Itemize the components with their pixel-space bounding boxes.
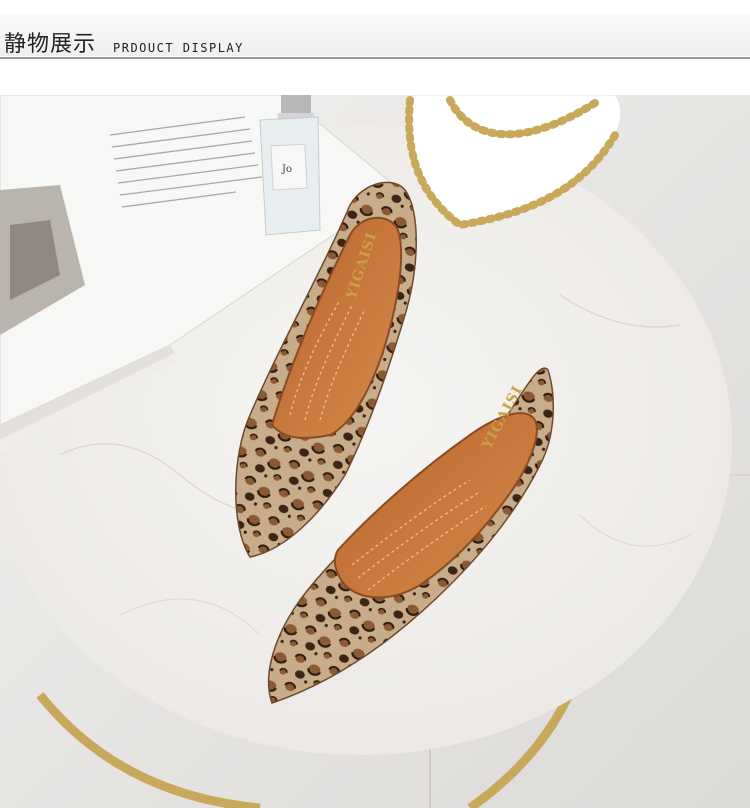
- section-title-english: PRDOUCT DISPLAY: [113, 41, 244, 55]
- perfume-label: Jo: [281, 164, 292, 175]
- product-photo: Jo YIGAISI YIGAISI: [0, 95, 750, 808]
- section-title-chinese: 静物展示: [4, 32, 97, 57]
- section-header: 静物展示 PRDOUCT DISPLAY: [0, 0, 750, 62]
- header-divider: [0, 57, 750, 59]
- product-photo-svg: Jo YIGAISI YIGAISI: [0, 95, 750, 808]
